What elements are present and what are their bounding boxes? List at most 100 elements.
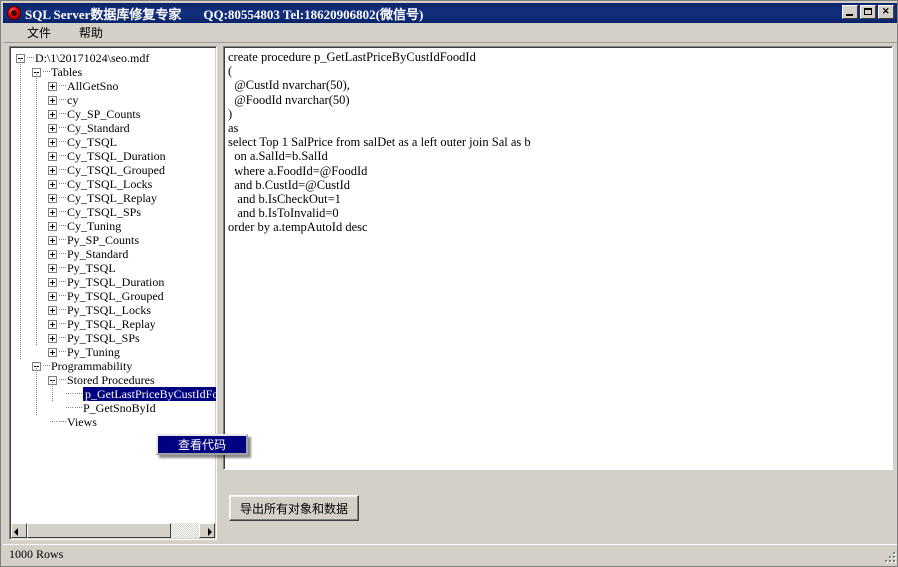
- expand-icon[interactable]: [48, 82, 57, 91]
- tree-node-label[interactable]: p_GetLastPriceByCustIdFoodId: [83, 387, 216, 401]
- tree-connector-icon: [59, 267, 66, 269]
- close-button[interactable]: [878, 5, 894, 19]
- scroll-right-arrow-icon[interactable]: [199, 523, 215, 538]
- export-all-button[interactable]: 导出所有对象和数据: [229, 495, 359, 521]
- expand-icon[interactable]: [48, 208, 57, 217]
- tree-connector-icon: [27, 57, 34, 59]
- tree-node[interactable]: Py_TSQL_Locks: [10, 303, 216, 317]
- tree-node-label[interactable]: Cy_Standard: [67, 121, 130, 135]
- window-title: SQL Server数据库修复专家 QQ:80554803 Tel:1862090…: [25, 4, 423, 23]
- expand-icon[interactable]: [48, 264, 57, 273]
- tree-node-label[interactable]: Cy_TSQL: [67, 135, 117, 149]
- tree-node-label[interactable]: Py_SP_Counts: [67, 233, 139, 247]
- tree-node[interactable]: Py_TSQL_Replay: [10, 317, 216, 331]
- tree-node[interactable]: Cy_TSQL_SPs: [10, 205, 216, 219]
- context-menu[interactable]: 查看代码: [156, 434, 248, 455]
- tree-connector-icon: [59, 113, 66, 115]
- tree-node[interactable]: Py_TSQL_Duration: [10, 275, 216, 289]
- expand-icon[interactable]: [48, 124, 57, 133]
- tree-node[interactable]: p_GetLastPriceByCustIdFoodId: [10, 387, 216, 401]
- tree-connector-icon: [59, 281, 66, 283]
- resize-grip-icon[interactable]: [881, 548, 895, 562]
- tree-node-label[interactable]: Stored Procedures: [67, 373, 155, 387]
- object-tree-panel[interactable]: D:\1\20171024\seo.mdf Tables AllGetSno cy Cy…: [9, 46, 217, 540]
- tree-node-label[interactable]: Cy_TSQL_Duration: [67, 149, 166, 163]
- expand-icon[interactable]: [48, 306, 57, 315]
- tree-node-label[interactable]: Py_TSQL: [67, 261, 116, 275]
- expand-icon[interactable]: [48, 180, 57, 189]
- expand-icon[interactable]: [48, 236, 57, 245]
- expand-icon[interactable]: [48, 194, 57, 203]
- tree-horizontal-scrollbar[interactable]: [11, 523, 215, 538]
- tree-node-label[interactable]: D:\1\20171024\seo.mdf: [35, 51, 149, 65]
- tree-node-label[interactable]: cy: [67, 93, 78, 107]
- expand-icon[interactable]: [48, 152, 57, 161]
- tree-node[interactable]: Py_TSQL_Grouped: [10, 289, 216, 303]
- tree-node-label[interactable]: Cy_Tuning: [67, 219, 121, 233]
- tree-node[interactable]: Py_Tuning: [10, 345, 216, 359]
- context-menu-item-view-code[interactable]: 查看代码: [178, 436, 226, 453]
- expand-icon[interactable]: [48, 138, 57, 147]
- tree-node[interactable]: Py_SP_Counts: [10, 233, 216, 247]
- tree-node-label[interactable]: Cy_TSQL_SPs: [67, 205, 141, 219]
- maximize-button[interactable]: [860, 5, 876, 19]
- tree-node[interactable]: Tables: [10, 65, 216, 79]
- tree-node-label[interactable]: P_GetSnoById: [83, 401, 156, 415]
- scroll-thumb[interactable]: [27, 523, 172, 538]
- expand-icon[interactable]: [48, 278, 57, 287]
- expand-icon[interactable]: [48, 320, 57, 329]
- expand-icon[interactable]: [48, 250, 57, 259]
- tree-node-label[interactable]: Tables: [51, 65, 82, 79]
- expand-icon[interactable]: [48, 222, 57, 231]
- tree-node-label[interactable]: Py_TSQL_SPs: [67, 331, 140, 345]
- tree-node-label[interactable]: Cy_SP_Counts: [67, 107, 140, 121]
- tree-guide-line: [20, 58, 22, 359]
- tree-node[interactable]: Cy_SP_Counts: [10, 107, 216, 121]
- expand-icon[interactable]: [48, 110, 57, 119]
- tree-node-label[interactable]: Cy_TSQL_Replay: [67, 191, 157, 205]
- tree-node[interactable]: D:\1\20171024\seo.mdf: [10, 51, 216, 65]
- menu-item-file[interactable]: 文件: [17, 22, 61, 43]
- tree-node-label[interactable]: Views: [67, 415, 97, 429]
- tree-node-label[interactable]: Cy_TSQL_Grouped: [67, 163, 165, 177]
- code-viewer-panel[interactable]: create procedure p_GetLastPriceByCustIdF…: [223, 46, 893, 470]
- tree-node[interactable]: Stored Procedures: [10, 373, 216, 387]
- tree-node[interactable]: Cy_TSQL_Grouped: [10, 163, 216, 177]
- tree-node-label[interactable]: AllGetSno: [67, 79, 118, 93]
- window-controls: [842, 5, 894, 19]
- tree-node[interactable]: Cy_TSQL_Replay: [10, 191, 216, 205]
- expand-icon[interactable]: [48, 348, 57, 357]
- expand-icon[interactable]: [48, 166, 57, 175]
- tree-node-label[interactable]: Py_Standard: [67, 247, 128, 261]
- expand-icon[interactable]: [48, 292, 57, 301]
- tree-node-label[interactable]: Py_TSQL_Grouped: [67, 289, 164, 303]
- tree-node-label[interactable]: Py_TSQL_Duration: [67, 275, 164, 289]
- tree-node[interactable]: Views: [10, 415, 216, 429]
- tree-node[interactable]: AllGetSno: [10, 79, 216, 93]
- expand-icon[interactable]: [48, 96, 57, 105]
- menu-item-help[interactable]: 帮助: [69, 22, 113, 43]
- tree-node-label[interactable]: Cy_TSQL_Locks: [67, 177, 152, 191]
- tree-node[interactable]: Cy_TSQL_Duration: [10, 149, 216, 163]
- scroll-track[interactable]: [27, 523, 199, 538]
- tree-node-label[interactable]: Py_TSQL_Replay: [67, 317, 156, 331]
- tree-node[interactable]: cy: [10, 93, 216, 107]
- expand-icon[interactable]: [48, 334, 57, 343]
- tree-node[interactable]: Py_TSQL: [10, 261, 216, 275]
- tree-node-label[interactable]: Programmability: [51, 359, 132, 373]
- tree-node[interactable]: Cy_Standard: [10, 121, 216, 135]
- tree-node[interactable]: Programmability: [10, 359, 216, 373]
- tree-node[interactable]: Cy_TSQL: [10, 135, 216, 149]
- tree-node[interactable]: Cy_TSQL_Locks: [10, 177, 216, 191]
- tree-node-label[interactable]: Py_Tuning: [67, 345, 120, 359]
- tree-node-label[interactable]: Py_TSQL_Locks: [67, 303, 151, 317]
- tree-node[interactable]: Py_TSQL_SPs: [10, 331, 216, 345]
- minimize-button[interactable]: [842, 5, 858, 19]
- tree-node[interactable]: Py_Standard: [10, 247, 216, 261]
- tree-node[interactable]: P_GetSnoById: [10, 401, 216, 415]
- scroll-left-arrow-icon[interactable]: [11, 523, 27, 538]
- app-logo-icon: [7, 6, 21, 20]
- tree-connector-icon: [75, 393, 82, 395]
- sql-code-text: create procedure p_GetLastPriceByCustIdF…: [228, 50, 531, 235]
- tree-node[interactable]: Cy_Tuning: [10, 219, 216, 233]
